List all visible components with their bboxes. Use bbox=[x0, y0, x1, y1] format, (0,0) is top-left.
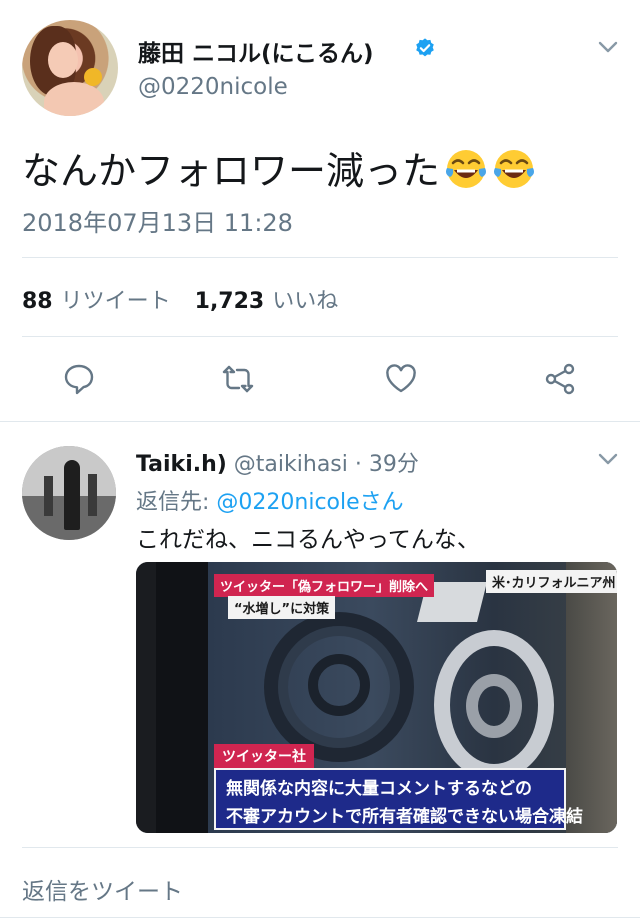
share-icon[interactable] bbox=[543, 362, 577, 396]
like-icon[interactable] bbox=[384, 362, 418, 396]
reply-media-image[interactable]: ツイッター「偽フォロワー」削除へ “水増し”に対策 米･カリフォルニア州 ツイッ… bbox=[136, 562, 617, 833]
reply-text: これだね、ニコるんやってんな、 bbox=[136, 527, 480, 553]
caption-line: 不審アカウントで所有者確認できない場合凍結 bbox=[226, 807, 583, 827]
reply-header: Taiki.h) @taikihasi · 39分 bbox=[136, 446, 419, 478]
media-logo-ring-inner bbox=[308, 654, 370, 716]
avatar-figure bbox=[64, 460, 80, 530]
section-divider bbox=[0, 421, 640, 422]
reply-context: 返信先: @0220nicoleさん bbox=[136, 484, 404, 516]
like-count[interactable]: 1,723 bbox=[195, 289, 265, 314]
reply-composer-input[interactable]: 返信をツイート bbox=[22, 872, 183, 906]
media-dark-wall bbox=[156, 562, 208, 833]
caption-line: 無関係な内容に大量コメントするなどの bbox=[226, 779, 532, 799]
like-label[interactable]: いいね bbox=[272, 283, 338, 315]
media-logo-ring-inner bbox=[466, 674, 522, 738]
caption-location: 米･カリフォルニア州 bbox=[486, 570, 617, 593]
tweet-timestamp[interactable]: 2018年07月13日 11:28 bbox=[22, 203, 293, 238]
reply-author-avatar[interactable] bbox=[22, 446, 116, 540]
face-with-tears-of-joy-icon bbox=[446, 149, 487, 188]
reply-author-meta[interactable]: @taikihasi · 39分 bbox=[227, 452, 419, 477]
reply-mention-link[interactable]: @0220nicoleさん bbox=[216, 490, 403, 515]
verified-badge-icon bbox=[416, 38, 434, 57]
caption-label: ツイッター社 bbox=[214, 744, 314, 768]
retweet-count[interactable]: 88 bbox=[22, 289, 53, 314]
caption-headline: ツイッター「偽フォロワー」削除へ bbox=[214, 574, 435, 597]
bottom-divider bbox=[0, 917, 640, 918]
divider bbox=[22, 847, 618, 848]
retweet-label[interactable]: リツイート bbox=[61, 283, 171, 315]
chevron-down-icon[interactable] bbox=[598, 40, 618, 54]
retweet-icon[interactable] bbox=[221, 362, 255, 396]
tweet-text: なんかフォロワー減った bbox=[22, 140, 536, 195]
author-name[interactable]: 藤田 ニコル(にこるん) bbox=[138, 34, 374, 68]
tweet-text-content: なんかフォロワー減った bbox=[22, 149, 441, 193]
reply-icon[interactable] bbox=[62, 362, 96, 396]
avatar-figure bbox=[44, 476, 53, 516]
avatar-face bbox=[48, 42, 78, 78]
avatar-flower bbox=[84, 68, 102, 86]
tweet-stats: 88 リツイート 1,723 いいね bbox=[22, 283, 362, 315]
face-with-tears-of-joy-icon bbox=[494, 149, 535, 188]
caption-subheadline: “水増し”に対策 bbox=[228, 596, 336, 619]
avatar-shoulder bbox=[44, 82, 104, 116]
reply-author-name[interactable]: Taiki.h) bbox=[136, 452, 227, 477]
author-handle[interactable]: @0220nicole bbox=[138, 74, 288, 100]
chevron-down-icon[interactable] bbox=[598, 452, 618, 466]
divider bbox=[22, 336, 618, 337]
media-bezel bbox=[136, 562, 156, 833]
avatar-figure bbox=[88, 474, 97, 516]
author-avatar[interactable] bbox=[22, 20, 118, 116]
reply-prefix: 返信先: bbox=[136, 490, 217, 515]
divider bbox=[22, 257, 618, 258]
media-right-wall bbox=[566, 562, 617, 833]
